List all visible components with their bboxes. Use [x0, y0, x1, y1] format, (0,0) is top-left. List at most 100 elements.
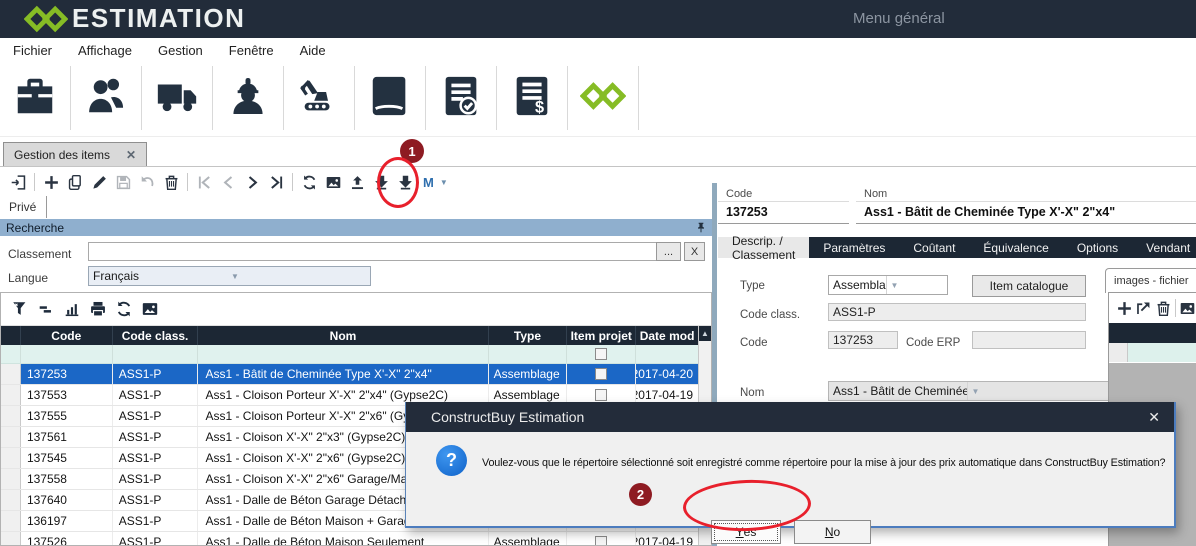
save-icon	[111, 171, 135, 193]
toolbox-button[interactable]	[0, 66, 71, 130]
item-projet-checkbox[interactable]	[595, 348, 607, 360]
title-bar: ESTIMATION Menu général	[0, 0, 1196, 38]
add-icon[interactable]	[39, 171, 63, 193]
chevron-down-icon: ▼	[967, 382, 1110, 400]
document-price-button[interactable]: $	[497, 66, 568, 130]
column-header-nom[interactable]: Nom	[198, 326, 488, 345]
code-input[interactable]: 137253	[828, 331, 898, 349]
catalog-book-button[interactable]	[355, 66, 426, 130]
filter-icon[interactable]	[7, 297, 33, 321]
delete-icon[interactable]	[159, 171, 183, 193]
no-button[interactable]: No	[794, 520, 871, 544]
images-grid-row[interactable]	[1109, 343, 1196, 362]
close-icon[interactable]: ✕	[1123, 409, 1160, 426]
column-header-code[interactable]: Code	[21, 326, 113, 345]
menu-item-gestion[interactable]: Gestion	[145, 38, 216, 64]
window-title: Menu général	[853, 10, 945, 27]
filter-cell	[113, 345, 199, 363]
exit-icon[interactable]	[6, 171, 30, 193]
code-erp-input[interactable]	[972, 331, 1086, 349]
previous-record-icon	[216, 171, 240, 193]
tab-images-fichiers[interactable]: images - fichier	[1105, 268, 1196, 293]
nom-label: Nom	[856, 186, 1196, 202]
edit-icon[interactable]	[87, 171, 111, 193]
next-record-icon[interactable]	[240, 171, 264, 193]
refresh-icon[interactable]	[111, 297, 137, 321]
refresh-icon[interactable]	[297, 171, 321, 193]
upload-icon[interactable]	[345, 171, 369, 193]
code-class-input[interactable]: ASS1-P	[828, 303, 1086, 321]
menu-item-fichier[interactable]: Fichier	[0, 38, 65, 64]
classement-clear-button[interactable]: X	[684, 242, 705, 261]
image-icon[interactable]	[321, 171, 345, 193]
column-header-date-mod[interactable]: Date mod	[636, 326, 699, 345]
scroll-up-icon[interactable]: ▲	[699, 326, 711, 341]
constructbuy-logo-button[interactable]	[568, 66, 639, 130]
item-catalogue-button[interactable]: Item catalogue	[972, 275, 1086, 297]
classement-input[interactable]	[88, 242, 659, 261]
table-row[interactable]: 137526ASS1-PAss1 - Dalle de Béton Maison…	[1, 532, 699, 545]
excavator-button[interactable]	[284, 66, 355, 130]
detail-tab-vendant[interactable]: Vendant	[1132, 237, 1196, 258]
cell: ASS1-P	[113, 511, 199, 531]
grid-filter-row[interactable]	[1, 345, 699, 364]
document-check-button[interactable]	[426, 66, 497, 130]
prive-tab[interactable]: Privé	[0, 196, 712, 218]
worker-icon	[225, 73, 271, 124]
cell	[567, 364, 636, 384]
item-projet-checkbox[interactable]	[595, 389, 607, 401]
delete-icon[interactable]	[1154, 297, 1173, 319]
column-header-item-projet[interactable]: Item projet	[567, 326, 636, 345]
column-header-code-class-[interactable]: Code class.	[113, 326, 199, 345]
dialog-message: Voulez-vous que le répertoire sélectionn…	[482, 457, 1172, 469]
classement-browse-button[interactable]: ...	[656, 242, 681, 261]
code-value: 137253	[718, 202, 849, 224]
worker-button[interactable]	[213, 66, 284, 130]
cell: Ass1 - Dalle de Béton Maison Seulement	[198, 532, 488, 545]
cell: Assemblage	[489, 532, 568, 545]
filter-cell	[489, 345, 568, 363]
nom-select[interactable]: Ass1 - Bâtit de Cheminée Type X'-X" 2"x4…	[828, 381, 1110, 401]
print-icon[interactable]	[85, 297, 111, 321]
item-projet-checkbox[interactable]	[595, 368, 607, 380]
images-grid-header	[1109, 323, 1196, 343]
langue-select[interactable]: Français ▼	[88, 266, 371, 286]
last-record-icon[interactable]	[264, 171, 288, 193]
menu-item-fen-tre[interactable]: Fenêtre	[216, 38, 287, 64]
contacts-button[interactable]	[71, 66, 142, 130]
cell: ASS1-P	[113, 364, 199, 384]
classement-label: Classement	[8, 247, 71, 261]
toolbox-icon	[12, 73, 58, 124]
column-header-type[interactable]: Type	[489, 326, 568, 345]
tab-gestion-des-items[interactable]: Gestion des items ✕	[3, 142, 147, 166]
menu-item-affichage[interactable]: Affichage	[65, 38, 145, 64]
pin-icon[interactable]	[695, 221, 707, 234]
grid-header: CodeCode class.NomTypeItem projetDate mo…	[1, 326, 699, 345]
detail-tab-options[interactable]: Options	[1063, 237, 1132, 258]
menu-item-aide[interactable]: Aide	[287, 38, 339, 64]
image-icon[interactable]	[1178, 297, 1196, 319]
detail-tab-param-tres[interactable]: Paramètres	[809, 237, 899, 258]
m-menu-button[interactable]: M▼	[423, 175, 448, 190]
truck-button[interactable]	[142, 66, 213, 130]
item-projet-checkbox[interactable]	[595, 536, 607, 545]
column-header-gutter[interactable]	[1, 326, 21, 345]
clear-sort-icon[interactable]	[33, 297, 59, 321]
detail-tab-co-tant[interactable]: Coûtant	[899, 237, 969, 258]
detail-tab--quivalence[interactable]: Équivalence	[969, 237, 1062, 258]
type-select[interactable]: Assemblage ▼	[828, 275, 948, 295]
table-row[interactable]: 137253ASS1-PAss1 - Bâtit de Cheminée Typ…	[1, 364, 699, 385]
close-icon[interactable]: ✕	[126, 148, 136, 162]
chart-icon[interactable]	[59, 297, 85, 321]
export-icon[interactable]	[1134, 297, 1153, 319]
image-icon[interactable]	[137, 297, 163, 321]
document-tabstrip: Gestion des items ✕	[0, 140, 1196, 167]
cell: 137640	[21, 490, 113, 510]
detail-tab-descrip-classement[interactable]: Descrip. / Classement	[718, 237, 809, 258]
add-icon[interactable]	[1115, 297, 1134, 319]
filter-checkbox-cell[interactable]	[567, 345, 636, 363]
row-gutter	[1, 490, 21, 510]
cell: ASS1-P	[113, 469, 199, 489]
copy-icon[interactable]	[63, 171, 87, 193]
nom-input-label: Nom	[740, 387, 764, 399]
